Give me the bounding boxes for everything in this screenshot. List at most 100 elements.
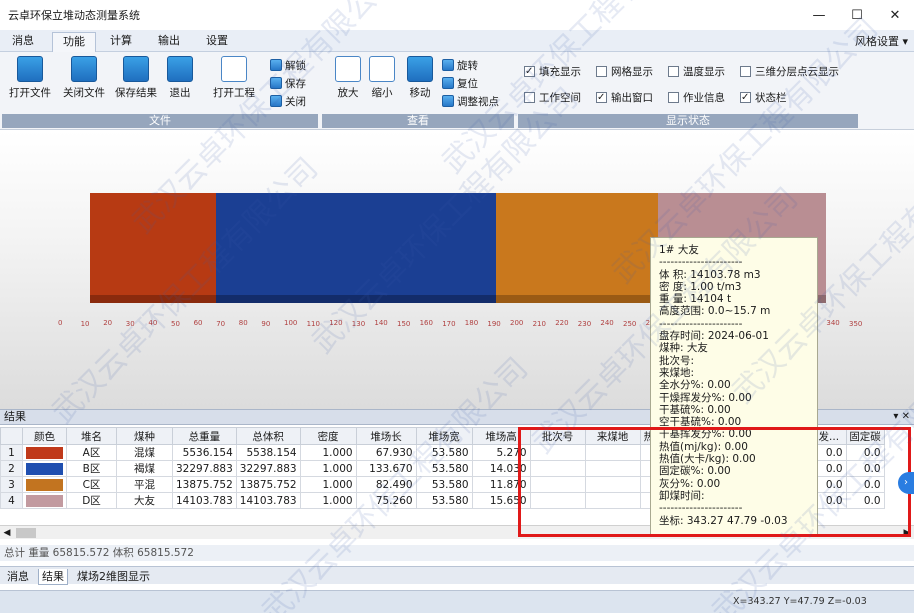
panel-pin-icon[interactable]: ▾ ✕ [893,410,910,424]
scroll-left-icon[interactable]: ◀ [0,526,14,540]
bottom-tab-2d-map[interactable]: 煤场2维图显示 [74,569,153,585]
temp-display-checkbox[interactable]: 温度显示 [668,64,725,80]
unlock-icon [270,59,282,71]
color-cell [22,444,67,461]
window-title: 云卓环保立堆动态测量系统 [8,9,140,22]
file-group-label: 文件 [2,114,318,128]
workspace-checkbox[interactable]: 工作空间 [524,90,581,106]
layered-cloud-checkbox[interactable]: 三维分层点云显示 [740,64,839,80]
color-swatch [26,462,63,475]
column-header[interactable]: 总体积 [235,427,301,445]
axis-tick-label: 190 [487,320,501,328]
checkbox-checked-icon [740,90,751,106]
status-bar-checkbox[interactable]: 状态栏 [740,90,787,106]
color-swatch [26,446,63,459]
open-file-button[interactable]: 打开文件 [4,56,56,100]
close-button[interactable]: ✕ [876,0,914,30]
density: 1.000 [299,444,357,461]
density: 1.000 [299,492,357,509]
yard-height: 15.650 [471,492,531,509]
scroll-right-icon[interactable]: ▶ [900,526,914,540]
minimize-button[interactable]: — [800,0,838,30]
column-header[interactable]: 堆名 [66,427,117,445]
column-header[interactable]: 堆场高 [471,427,531,445]
tab-calculate[interactable]: 计算 [100,32,142,52]
column-header[interactable]: 批次号 [529,427,586,445]
yard-height: 5.270 [471,444,531,461]
coordinate-readout: X=343.27 Y=47.79 Z=-0.03 [733,596,867,607]
column-header[interactable]: 堆场长 [355,427,417,445]
column-header[interactable]: 固定碳 [845,427,885,445]
color-swatch [26,478,63,491]
column-header[interactable]: 煤种 [116,427,173,445]
total-volume: 13875.752 [235,476,301,493]
style-setting-menu[interactable]: 风格设置 ▾ [855,33,908,49]
coal-type: 平混 [116,476,173,493]
axis-tick-label: 0 [58,319,63,327]
axis-tick-label: 40 [148,319,158,327]
axis-tick-label: 120 [329,319,343,327]
save-button[interactable]: 保存 [270,76,306,92]
pile-name: C区 [66,476,117,493]
scroll-thumb[interactable] [16,528,36,538]
pile-a[interactable] [90,193,230,297]
bottom-tab-results[interactable]: 结果 [38,569,68,585]
batch-no [529,444,586,461]
tooltip-line: 高度范围: 0.0~15.7 m [659,305,771,318]
yard-length: 82.490 [355,476,417,493]
job-info-checkbox[interactable]: 作业信息 [668,90,725,106]
yard-width: 53.580 [415,476,473,493]
open-project-button[interactable]: 打开工程 [208,56,260,100]
tooltip-line: 热值(大卡/kg): 0.00 [659,453,756,466]
yard-length: 67.930 [355,444,417,461]
bottom-tab-messages[interactable]: 消息 [4,569,32,585]
move-button[interactable]: 移动 [394,56,446,100]
tooltip-line: ---------------------- [659,256,743,269]
side-expand-icon[interactable]: › [898,472,914,494]
grid-display-checkbox[interactable]: 网格显示 [596,64,653,80]
pile-c-front [496,295,664,303]
pile-c[interactable] [496,193,664,297]
column-header[interactable]: 密度 [299,427,357,445]
exit-button[interactable]: 退出 [154,56,206,100]
axis-tick-label: 110 [306,320,320,328]
close-file-icon [71,56,97,82]
tab-messages[interactable]: 消息 [2,32,44,52]
fill-display-checkbox[interactable]: 填充显示 [524,64,581,80]
batch-no [529,476,586,493]
tooltip-line: ---------------------- [659,502,743,515]
close-file-button[interactable]: 关闭文件 [58,56,110,100]
column-header[interactable]: 来煤地 [584,427,641,445]
density: 1.000 [299,460,357,477]
color-cell [22,460,67,477]
output-window-checkbox[interactable]: 输出窗口 [596,90,653,106]
tooltip-line: 干燥挥发分%: 0.00 [659,391,752,404]
yard-width: 53.580 [415,444,473,461]
open-project-icon [221,56,247,82]
ribbon: 打开文件 关闭文件 保存结果 退出 打开工程 解锁 保存 关闭 文件 放大 缩小… [0,52,914,130]
reset-button[interactable]: 复位 [442,76,478,92]
rotate-button[interactable]: 旋转 [442,58,478,74]
reset-icon [442,77,454,89]
axis-tick-label: 250 [623,320,637,328]
axis-tick-label: 20 [103,319,113,327]
close-project-button[interactable]: 关闭 [270,94,306,110]
unlock-button[interactable]: 解锁 [270,58,306,74]
open-file-icon [17,56,43,82]
row-number: 4 [0,492,23,509]
column-header[interactable]: 堆场宽 [415,427,473,445]
column-header[interactable]: 颜色 [22,427,67,445]
color-cell [22,492,67,509]
tab-output[interactable]: 输出 [148,32,190,52]
pile-b[interactable] [216,193,506,297]
pile-info-tooltip: 1# 大友 ---------------------- 体 积: 14103.78… [650,237,818,537]
axis-tick-label: 220 [555,319,569,327]
column-header[interactable]: 总重量 [172,427,237,445]
adjust-view-button[interactable]: 调整视点 [442,94,499,110]
axis-tick-label: 170 [442,320,456,328]
tab-functions[interactable]: 功能 [52,32,96,52]
tab-settings[interactable]: 设置 [196,32,238,52]
maximize-button[interactable]: ☐ [838,0,876,30]
row-header-corner [0,427,23,445]
exit-icon [167,56,193,82]
